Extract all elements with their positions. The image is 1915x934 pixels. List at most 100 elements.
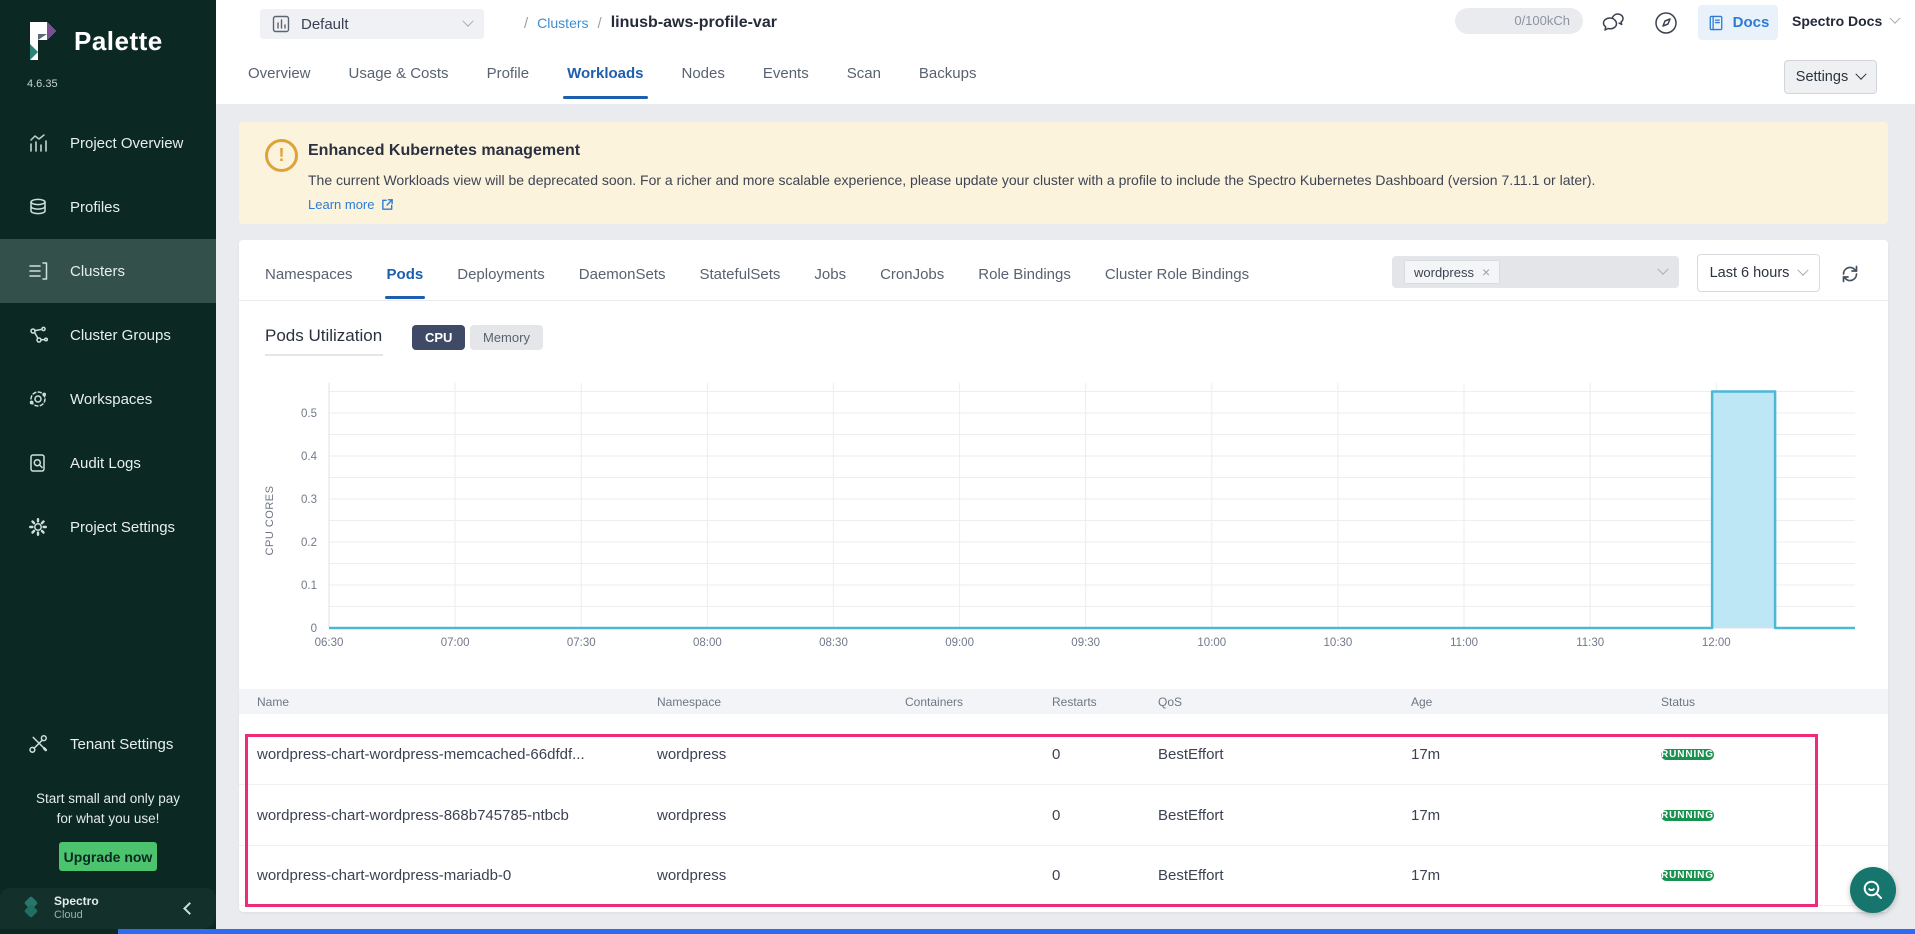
app-version: 4.6.35 [27,78,216,90]
pod-age: 17m [1411,746,1661,763]
time-range-select[interactable]: Last 6 hours [1697,254,1820,292]
bar-chart-icon [272,15,290,33]
pod-name[interactable]: wordpress-chart-wordpress-memcached-66df… [257,746,657,763]
svg-text:11:00: 11:00 [1450,637,1478,649]
svg-text:10:00: 10:00 [1197,637,1226,649]
tab-statefulsets[interactable]: StatefulSets [700,266,781,283]
tab-profile[interactable]: Profile [487,65,530,88]
tab-namespaces[interactable]: Namespaces [265,266,353,283]
compass-icon[interactable] [1652,9,1680,37]
credits-counter[interactable]: 0/100kCh [1455,8,1583,34]
tab-daemonsets[interactable]: DaemonSets [579,266,666,283]
account-menu[interactable]: Spectro Docs [1792,13,1899,29]
tab-workloads[interactable]: Workloads [567,65,643,88]
tab-cronjobs[interactable]: CronJobs [880,266,944,283]
warning-circle-icon: ! [265,139,298,172]
pod-name[interactable]: wordpress-chart-wordpress-mariadb-0 [257,867,657,884]
pods-utilization-chart: 06:3007:0007:3008:0008:3009:0009:3010:00… [249,380,1869,665]
sidebar-footer: Spectro Cloud [0,888,216,929]
tab-usage-costs[interactable]: Usage & Costs [349,65,449,88]
tab-events[interactable]: Events [763,65,809,88]
sidebar-item-label: Tenant Settings [70,736,173,753]
layers-icon [27,196,49,218]
svg-text:10:30: 10:30 [1324,637,1353,649]
column-qos[interactable]: QoS [1158,695,1411,709]
sidebar-item-project-settings[interactable]: Project Settings [0,495,216,559]
tab-pods[interactable]: Pods [387,266,424,283]
pod-restarts: 0 [1052,807,1158,824]
status-badge: RUNNING [1661,870,1714,881]
column-containers[interactable]: Containers [905,695,1052,709]
svg-text:09:30: 09:30 [1071,637,1100,649]
svg-text:0.2: 0.2 [301,537,317,549]
column-name[interactable]: Name [257,695,657,709]
sidebar-item-project-overview[interactable]: Project Overview [0,111,216,175]
tab-nodes[interactable]: Nodes [682,65,725,88]
tab-role-bindings[interactable]: Role Bindings [978,266,1071,283]
tab-overview[interactable]: Overview [248,65,311,88]
bottom-accent-bar [118,929,1915,934]
table-row[interactable]: wordpress-chart-wordpress-mariadb-0 word… [239,846,1888,906]
pod-restarts: 0 [1052,746,1158,763]
tab-jobs[interactable]: Jobs [814,266,846,283]
pod-name[interactable]: wordpress-chart-wordpress-868b745785-ntb… [257,807,657,824]
sidebar-item-label: Cluster Groups [70,327,171,344]
tab-scan[interactable]: Scan [847,65,881,88]
banner-title: Enhanced Kubernetes management [308,142,580,160]
sidebar-item-profiles[interactable]: Profiles [0,175,216,239]
pod-namespace: wordpress [657,867,905,884]
svg-text:08:30: 08:30 [819,637,848,649]
table-row[interactable]: wordpress-chart-wordpress-868b745785-ntb… [239,786,1888,846]
chevron-down-icon [1856,69,1867,80]
sidebar-item-label: Workspaces [70,391,152,408]
spectro-cloud-logo-icon [18,896,44,922]
remove-tag-icon[interactable]: × [1482,264,1490,280]
chat-icon[interactable] [1599,9,1627,37]
pod-qos: BestEffort [1158,807,1411,824]
namespace-filter-select[interactable]: wordpress × [1392,256,1679,288]
cluster-tabs: Overview Usage & Costs Profile Workloads… [248,65,976,88]
footer-brand-line2: Cloud [54,909,99,922]
svg-text:11:30: 11:30 [1576,637,1604,649]
workload-tabs: Namespaces Pods Deployments DaemonSets S… [265,266,1249,283]
memory-toggle-button[interactable]: Memory [470,325,543,350]
sidebar-item-tenant-settings[interactable]: Tenant Settings [0,712,216,776]
column-restarts[interactable]: Restarts [1052,695,1158,709]
breadcrumb-link-clusters[interactable]: Clusters [537,15,588,31]
breadcrumb: / Clusters / linusb-aws-profile-var [524,14,777,32]
tab-cluster-role-bindings[interactable]: Cluster Role Bindings [1105,266,1249,283]
tab-backups[interactable]: Backups [919,65,977,88]
svg-text:09:00: 09:00 [945,637,974,649]
palette-logo-icon [24,20,62,62]
table-row[interactable]: wordpress-chart-wordpress-memcached-66df… [239,725,1888,785]
sidebar-item-audit-logs[interactable]: Audit Logs [0,431,216,495]
footer-brand-line1: Spectro [54,895,99,909]
learn-more-link[interactable]: Learn more [308,197,394,212]
column-namespace[interactable]: Namespace [657,695,905,709]
collapse-sidebar-icon[interactable] [183,902,196,915]
app-logo[interactable]: Palette [0,0,216,62]
column-age[interactable]: Age [1411,695,1661,709]
help-beacon-button[interactable] [1850,867,1896,913]
orbit-icon [27,388,49,410]
svg-text:0.1: 0.1 [301,580,317,592]
sidebar-item-workspaces[interactable]: Workspaces [0,367,216,431]
cpu-toggle-button[interactable]: CPU [412,325,465,350]
project-scope-value: Default [301,16,349,33]
deprecation-banner: ! Enhanced Kubernetes management The cur… [239,122,1888,224]
refresh-button[interactable] [1839,263,1861,285]
svg-text:07:00: 07:00 [441,637,470,649]
sidebar-item-clusters[interactable]: Clusters [0,239,216,303]
project-scope-select[interactable]: Default [260,9,484,39]
promo-line2: for what you use! [0,809,216,829]
docs-button[interactable]: Docs [1698,5,1778,40]
sidebar-item-cluster-groups[interactable]: Cluster Groups [0,303,216,367]
settings-button[interactable]: Settings [1784,60,1877,94]
upgrade-now-button[interactable]: Upgrade now [59,842,157,871]
tab-deployments[interactable]: Deployments [457,266,545,283]
server-icon [27,260,49,282]
chevron-down-icon [462,16,473,27]
pod-qos: BestEffort [1158,746,1411,763]
external-link-icon [381,198,394,211]
column-status[interactable]: Status [1661,695,1888,709]
